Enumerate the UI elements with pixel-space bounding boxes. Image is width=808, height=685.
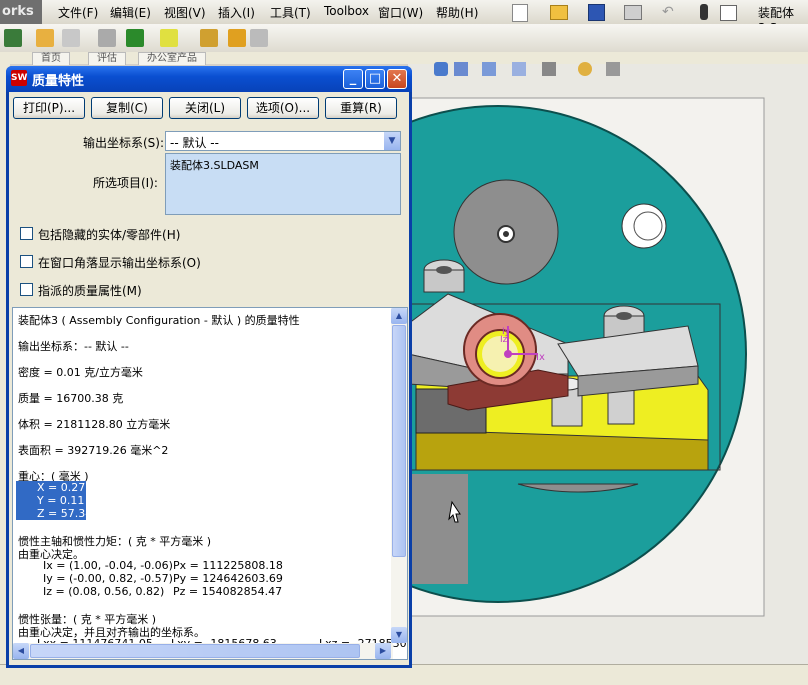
save-icon[interactable] xyxy=(588,4,605,21)
include-hidden-label: 包括隐藏的实体/零部件(H) xyxy=(38,228,181,242)
interference-icon[interactable] xyxy=(228,29,246,47)
graphics-area[interactable]: Ix Iy Iz xyxy=(249,64,808,664)
smart-fasteners-icon[interactable] xyxy=(160,29,178,47)
output-coord-label: 输出坐标系(S): xyxy=(83,136,165,150)
dialog-titlebar[interactable]: SW 质量特性 _ □ ✕ xyxy=(6,66,412,92)
selected-items-label: 所选项目(I): xyxy=(93,176,158,190)
tab-office-products[interactable]: 办公室产品 xyxy=(138,52,206,65)
scroll-left-icon[interactable]: ◀ xyxy=(13,643,29,659)
results-area: 表面积 = 392719.26 毫米^2 xyxy=(18,444,169,457)
menu-bar: orks 文件(F) 编辑(E) 视图(V) 插入(I) 工具(T) Toolb… xyxy=(0,0,808,35)
results-moment-px: Px = 111225808.18 xyxy=(173,559,283,572)
results-header: 装配体3 ( Assembly Configuration - 默认 ) 的质量… xyxy=(18,314,300,327)
open-folder-icon[interactable] xyxy=(550,5,568,20)
assigned-mass-label: 指派的质量属性(M) xyxy=(38,284,142,298)
results-density: 密度 = 0.01 克/立方毫米 xyxy=(18,366,143,379)
minimize-icon[interactable]: _ xyxy=(343,69,363,89)
menu-help[interactable]: 帮助(H) xyxy=(436,4,478,21)
mass-properties-dialog: SW 质量特性 _ □ ✕ 打印(P)... 复制(C) 关闭(L) 选项(O)… xyxy=(6,66,412,668)
dialog-title: 质量特性 xyxy=(32,74,85,89)
copy-button[interactable]: 复制(C) xyxy=(91,97,163,119)
zoom-icon[interactable] xyxy=(434,62,448,76)
results-mass: 质量 = 16700.38 克 xyxy=(18,392,124,405)
vertical-scrollbar[interactable]: ▲ ▼ xyxy=(391,308,407,643)
output-coord-value: -- 默认 -- xyxy=(170,136,219,150)
svg-text:Iz: Iz xyxy=(500,335,508,345)
include-hidden-checkbox[interactable] xyxy=(20,227,33,240)
scroll-down-icon[interactable]: ▼ xyxy=(391,627,407,643)
solidworks-icon: SW xyxy=(11,70,27,86)
undo-icon[interactable]: ↶ xyxy=(662,4,674,20)
assigned-mass-checkbox[interactable] xyxy=(20,283,33,296)
mate-icon[interactable] xyxy=(62,29,80,47)
menu-tools[interactable]: 工具(T) xyxy=(270,4,311,21)
scene-icon[interactable] xyxy=(606,62,620,76)
results-cog-y: Y = 0.11 xyxy=(37,494,85,507)
results-axis-iz: Iz = (0.08, 0.56, 0.82) xyxy=(43,585,165,598)
show-coord-label: 在窗口角落显示输出坐标系(O) xyxy=(38,256,201,270)
svg-text:Ix: Ix xyxy=(536,352,545,363)
menu-edit[interactable]: 编辑(E) xyxy=(110,4,151,21)
scroll-up-icon[interactable]: ▲ xyxy=(391,308,407,324)
results-coord: 输出坐标系：-- 默认 -- xyxy=(18,340,129,353)
recalculate-button[interactable]: 重算(R) xyxy=(325,97,397,119)
view-toolbar xyxy=(408,58,808,82)
assembly-model: Ix Iy Iz xyxy=(249,97,765,617)
view-orientation-icon[interactable] xyxy=(482,62,496,76)
tab-evaluate[interactable]: 评估 xyxy=(88,52,126,65)
menu-insert[interactable]: 插入(I) xyxy=(218,4,255,21)
tab-home[interactable]: 首页 xyxy=(32,52,70,65)
results-cog-x: X = 0.27 xyxy=(37,481,86,494)
results-moment-pz: Pz = 154082854.47 xyxy=(173,585,283,598)
menu-toolbox[interactable]: Toolbox xyxy=(324,4,369,18)
scroll-right-icon[interactable]: ▶ xyxy=(375,643,391,659)
results-axis-ix: Ix = (1.00, -0.04, -0.06) xyxy=(43,559,173,572)
results-text-area[interactable]: 装配体3 ( Assembly Configuration - 默认 ) 的质量… xyxy=(12,307,408,660)
dialog-body: 打印(P)... 复制(C) 关闭(L) 选项(O)... 重算(R) 输出坐标… xyxy=(9,92,409,665)
explode-icon[interactable] xyxy=(200,29,218,47)
horizontal-scrollbar[interactable]: ◀ ▶ xyxy=(13,643,393,659)
results-moment-py: Py = 124642603.69 xyxy=(173,572,283,585)
options-button[interactable]: 选项(O)... xyxy=(247,97,319,119)
selected-items-list[interactable]: 装配体3.SLDASM xyxy=(165,153,401,215)
chevron-down-icon[interactable]: ▼ xyxy=(384,132,400,150)
collision-icon[interactable] xyxy=(250,29,268,47)
options-icon[interactable] xyxy=(720,5,737,21)
print-icon[interactable] xyxy=(624,5,642,20)
rotate-component-icon[interactable] xyxy=(126,29,144,47)
results-axis-iy: Iy = (-0.00, 0.82, -0.57) xyxy=(43,572,173,585)
traffic-light-icon[interactable] xyxy=(700,4,708,20)
new-document-icon[interactable] xyxy=(512,4,528,22)
results-volume: 体积 = 2181128.80 立方毫米 xyxy=(18,418,171,431)
scroll-thumb[interactable] xyxy=(392,325,406,557)
insert-component-icon[interactable] xyxy=(36,29,54,47)
section-view-icon[interactable] xyxy=(454,62,468,76)
standard-toolbar xyxy=(0,24,808,53)
output-coord-select[interactable]: -- 默认 -- ▼ xyxy=(165,131,401,151)
menu-window[interactable]: 窗口(W) xyxy=(378,4,423,21)
show-coord-checkbox[interactable] xyxy=(20,255,33,268)
close-icon[interactable]: ✕ xyxy=(387,69,407,89)
move-component-icon[interactable] xyxy=(98,29,116,47)
maximize-icon[interactable]: □ xyxy=(365,69,385,89)
list-item[interactable]: 装配体3.SLDASM xyxy=(170,157,259,173)
print-button[interactable]: 打印(P)... xyxy=(13,97,85,119)
results-cog-z: Z = 57.34 xyxy=(37,507,93,520)
close-button[interactable]: 关闭(L) xyxy=(169,97,241,119)
hscroll-thumb[interactable] xyxy=(30,644,360,658)
display-style-icon[interactable] xyxy=(512,62,526,76)
app-brand: orks xyxy=(0,0,42,24)
menu-file[interactable]: 文件(F) xyxy=(58,4,98,21)
assembly-icon[interactable] xyxy=(4,29,22,47)
hide-show-icon[interactable] xyxy=(542,62,556,76)
menu-view[interactable]: 视图(V) xyxy=(164,4,206,21)
appearance-icon[interactable] xyxy=(578,62,592,76)
